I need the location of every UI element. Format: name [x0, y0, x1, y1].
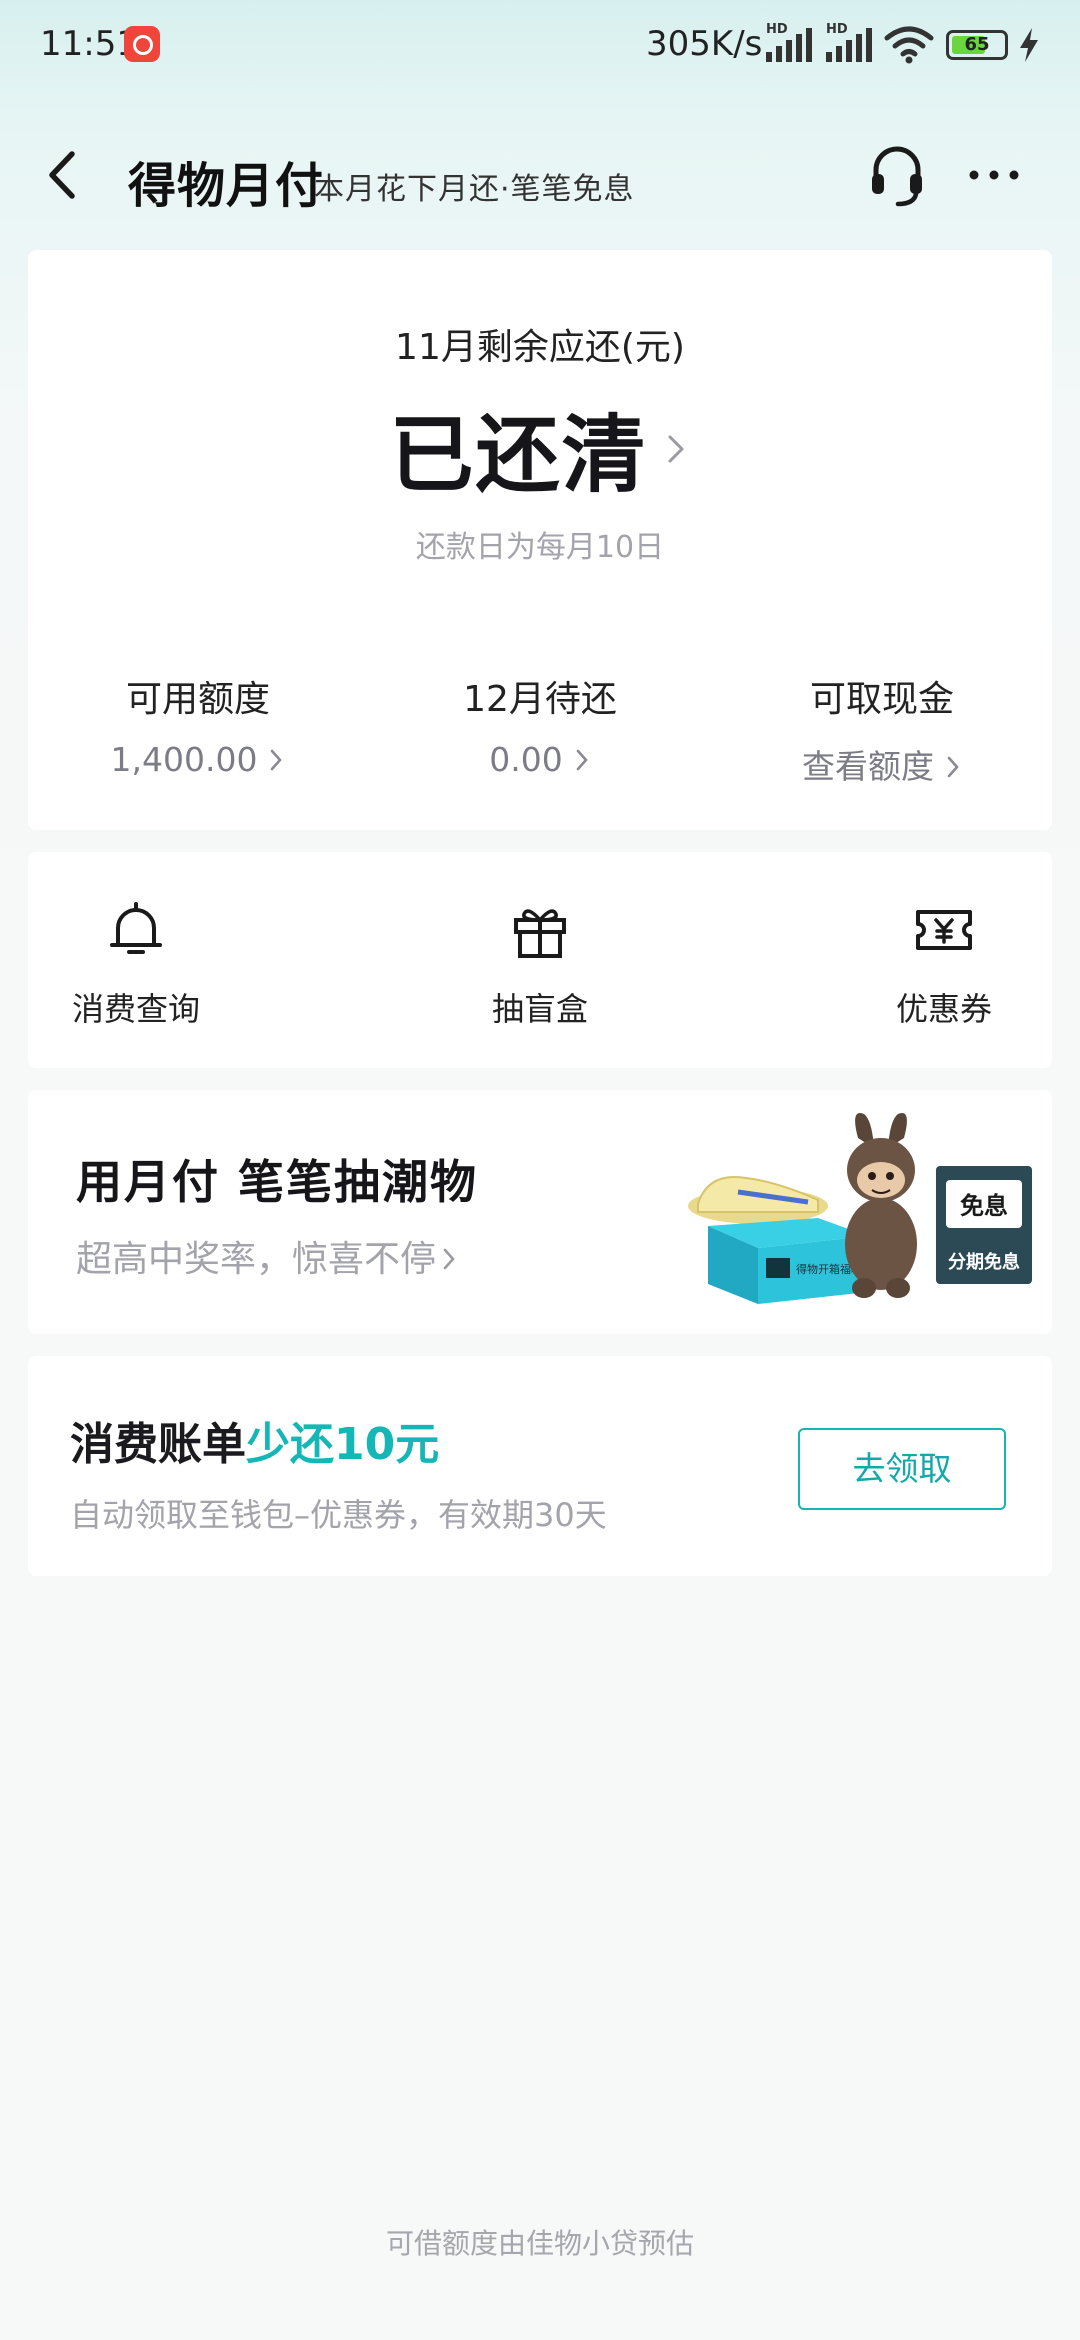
brand-slogan: 本月花下月还·笔笔免息 — [314, 172, 635, 207]
signal-icon-1: HD — [766, 22, 822, 62]
charging-icon — [1020, 28, 1038, 62]
stat-value-text: 查看额度 — [802, 747, 934, 786]
bell-icon — [110, 902, 162, 954]
bill-title: 11月剩余应还(元) — [395, 327, 685, 368]
quick-actions-card: 消费查询 抽盲盒 优惠券 — [28, 852, 1052, 1068]
promo-subtitle-text: 超高中奖率，惊喜不停 — [76, 1239, 437, 1280]
chevron-right-icon — [668, 435, 684, 462]
quick-action-label: 抽盲盒 — [491, 990, 588, 1028]
bill-status: 已还清 — [389, 406, 648, 504]
repay-day-note: 还款日为每月10日 — [415, 530, 665, 565]
stat-value-text: 1,400.00 — [110, 740, 258, 779]
bill-status-link[interactable]: 已还清 — [28, 388, 1052, 509]
network-speed: 305K/s — [646, 24, 763, 64]
promo-subtitle: 超高中奖率，惊喜不停 — [76, 1230, 458, 1282]
quick-action-coupons[interactable]: 优惠券 — [834, 898, 1054, 1030]
footer-note: 可借额度由佳物小贷预估 — [385, 2227, 694, 2260]
headset-icon[interactable] — [868, 142, 926, 208]
stat-label: 可取现金 — [809, 679, 954, 720]
netease-music-icon — [124, 26, 160, 62]
badge-text: 免息 — [960, 1192, 1008, 1220]
bill-summary-card: 11月剩余应还(元) 已还清 还款日为每月10日 可用额度 1,400.00 1… — [28, 250, 1052, 830]
brand-title: 得物月付 — [128, 158, 325, 214]
back-arrow-icon[interactable] — [34, 140, 94, 210]
promo-illustration: 得物开箱福利 免息 分期免息 — [688, 1113, 1032, 1304]
coupon-title-prefix: 消费账单 — [70, 1419, 246, 1470]
stat-cash-withdrawal[interactable]: 可取现金 查看额度 — [712, 670, 1052, 788]
coupon-subtitle: 自动领取至钱包–优惠券，有效期30天 — [70, 1496, 607, 1534]
stat-label: 可用额度 — [125, 679, 270, 720]
stat-value: 0.00 — [370, 740, 710, 779]
quick-action-query[interactable]: 消费查询 — [26, 898, 246, 1030]
promo-title: 用月付 笔笔抽潮物 — [76, 1155, 479, 1209]
battery-icon: 65 — [946, 30, 1008, 60]
chevron-right-icon — [443, 1248, 455, 1270]
badge-tag: 分期免息 — [948, 1251, 1020, 1273]
coupon-card: 消费账单少还10元 自动领取至钱包–优惠券，有效期30天 去领取 — [28, 1356, 1052, 1576]
quick-action-label: 消费查询 — [71, 990, 200, 1028]
chevron-right-icon — [576, 749, 588, 771]
coupon-yen-icon — [916, 910, 972, 950]
chevron-right-icon — [947, 756, 959, 778]
promo-banner[interactable]: 用月付 笔笔抽潮物 超高中奖率，惊喜不停 得物开箱福利 免息 分期免息 — [28, 1090, 1052, 1334]
quick-action-label: 优惠券 — [895, 990, 992, 1028]
stat-available-credit[interactable]: 可用额度 1,400.00 — [28, 670, 368, 779]
gift-icon — [514, 909, 566, 958]
signal-icon-2: HD — [826, 22, 882, 62]
top-nav: 得物月付 本月花下月还·笔笔免息 — [0, 120, 1080, 230]
battery-level: 65 — [964, 34, 990, 55]
stat-value: 查看额度 — [712, 740, 1052, 788]
stat-next-month-due[interactable]: 12月待还 0.00 — [370, 670, 710, 779]
status-bar: 11:51 305K/s HD HD 65 — [0, 0, 1080, 92]
more-dots-icon[interactable] — [964, 150, 1024, 200]
quick-action-blindbox[interactable]: 抽盲盒 — [430, 898, 650, 1030]
claim-coupon-button[interactable]: 去领取 — [798, 1428, 1006, 1510]
stat-value: 1,400.00 — [28, 740, 368, 779]
stat-value-text: 0.00 — [489, 740, 563, 779]
coupon-title: 消费账单少还10元 — [70, 1408, 439, 1472]
stat-label: 12月待还 — [463, 679, 617, 720]
chevron-right-icon — [271, 749, 283, 771]
wifi-icon — [884, 26, 934, 64]
coupon-title-highlight: 少还10元 — [246, 1419, 440, 1470]
